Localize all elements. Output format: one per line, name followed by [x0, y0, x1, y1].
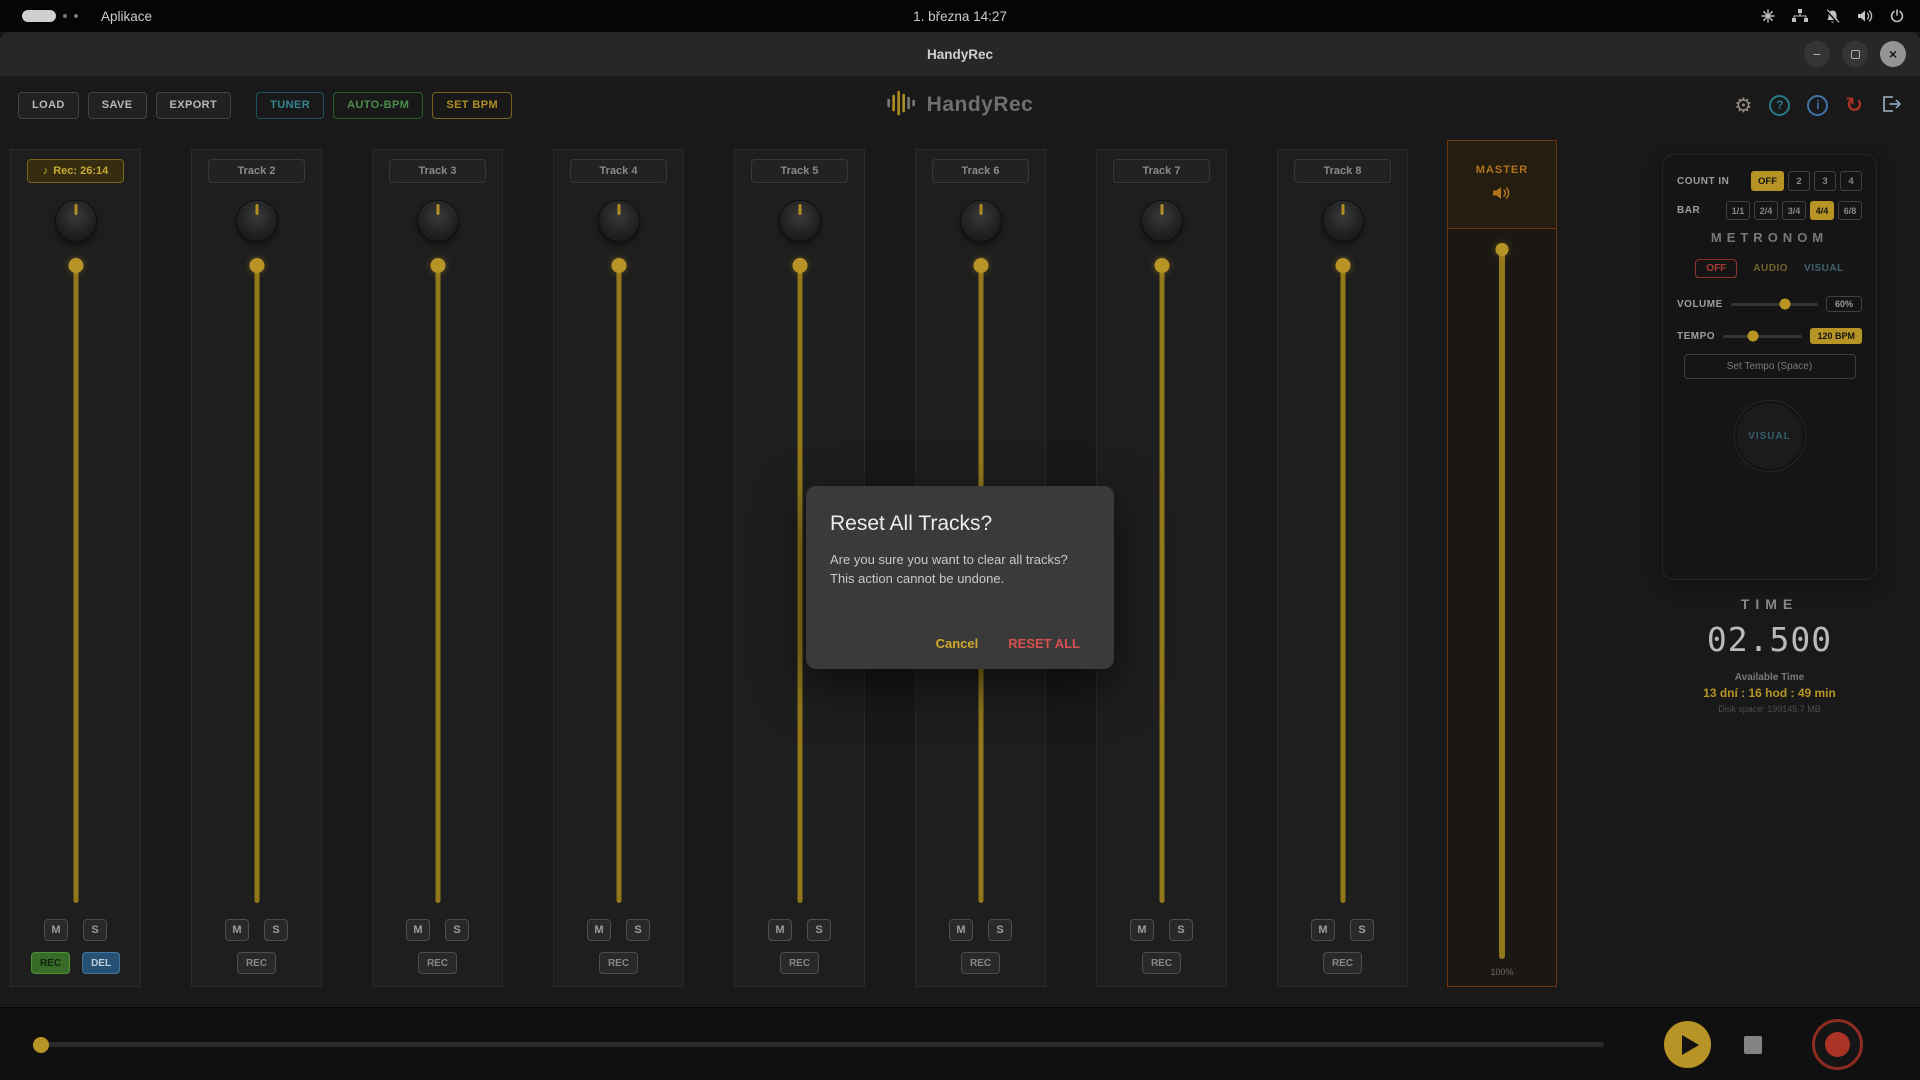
reset-all-button[interactable]: RESET ALL: [1008, 636, 1080, 651]
dialog-body: Are you sure you want to clear all track…: [830, 551, 1090, 589]
cancel-button[interactable]: Cancel: [936, 636, 979, 651]
desktop: Aplikace 1. března 14:27 HandyRec −: [0, 0, 1920, 1080]
dialog-title: Reset All Tracks?: [830, 512, 1090, 536]
reset-dialog: Reset All Tracks? Are you sure you want …: [806, 486, 1114, 669]
modal-overlay: Reset All Tracks? Are you sure you want …: [0, 0, 1920, 1080]
dialog-body-line1: Are you sure you want to clear all track…: [830, 551, 1090, 570]
dialog-body-line2: This action cannot be undone.: [830, 570, 1090, 589]
